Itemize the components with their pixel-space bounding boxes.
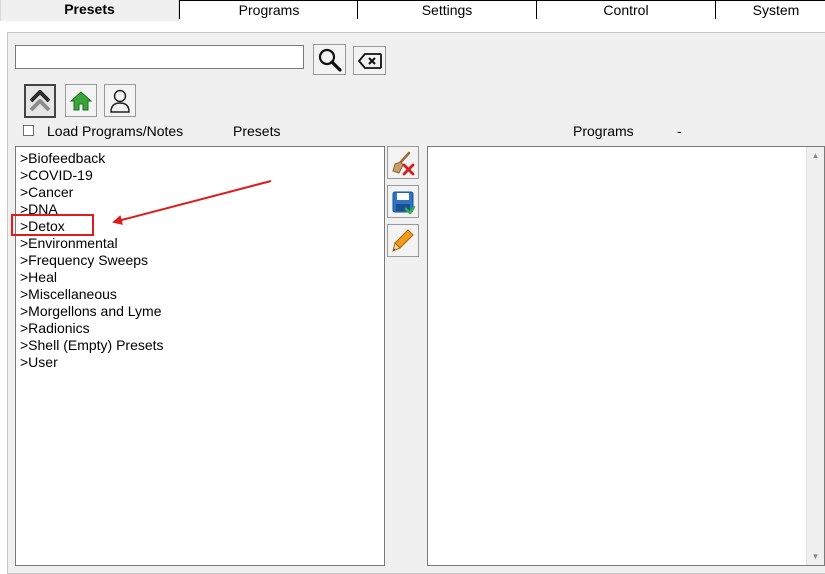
go-up-button[interactable] (24, 84, 56, 118)
edit-preset-button[interactable] (387, 224, 419, 257)
backspace-icon (357, 52, 382, 69)
user-button[interactable] (104, 84, 136, 117)
magnifier-icon (318, 48, 342, 72)
tab-strip: Presets Programs Settings Control System (0, 0, 825, 21)
preset-item-radionics[interactable]: >Radionics (20, 320, 384, 337)
programs-header: Programs (573, 123, 634, 139)
tab-programs[interactable]: Programs (179, 0, 359, 19)
preset-item-user[interactable]: >User (20, 354, 384, 371)
preset-item-covid-19[interactable]: >COVID-19 (20, 167, 384, 184)
double-chevron-up-icon (29, 90, 51, 112)
tab-presets[interactable]: Presets (0, 0, 179, 21)
preset-item-cancer[interactable]: >Cancer (20, 184, 384, 201)
scroll-up-arrow-icon[interactable]: ▲ (807, 147, 824, 164)
load-programs-notes-checkbox[interactable] (23, 125, 34, 136)
presets-header: Presets (233, 123, 281, 139)
search-button[interactable] (313, 44, 346, 75)
tab-system[interactable]: System (715, 0, 825, 19)
preset-item-biofeedback[interactable]: >Biofeedback (20, 150, 384, 167)
delete-preset-button[interactable] (387, 146, 419, 179)
tab-settings[interactable]: Settings (357, 0, 537, 19)
clear-search-button[interactable] (353, 46, 386, 75)
programs-list[interactable]: ▲ ▼ (427, 146, 825, 566)
preset-item-environmental[interactable]: >Environmental (20, 235, 384, 252)
pencil-icon (392, 228, 414, 252)
preset-item-heal[interactable]: >Heal (20, 269, 384, 286)
broom-delete-icon (392, 151, 415, 175)
preset-item-shell-empty-presets[interactable]: >Shell (Empty) Presets (20, 337, 384, 354)
annotation-highlight-box (11, 214, 94, 236)
programs-header-suffix: - (677, 123, 682, 139)
load-programs-notes-label: Load Programs/Notes (47, 123, 184, 139)
home-icon (69, 90, 93, 110)
user-icon (110, 89, 130, 113)
preset-item-frequency-sweeps[interactable]: >Frequency Sweeps (20, 252, 384, 269)
scroll-down-arrow-icon[interactable]: ▼ (807, 548, 824, 565)
presets-list[interactable]: >Biofeedback >COVID-19 >Cancer >DNA >Det… (15, 146, 385, 566)
save-preset-button[interactable] (387, 185, 419, 218)
save-disk-icon (392, 191, 415, 214)
home-button[interactable] (65, 84, 97, 117)
programs-scrollbar[interactable]: ▲ ▼ (806, 147, 824, 565)
preset-item-miscellaneous[interactable]: >Miscellaneous (20, 286, 384, 303)
search-input[interactable] (15, 45, 304, 69)
preset-item-morgellons-and-lyme[interactable]: >Morgellons and Lyme (20, 303, 384, 320)
tab-control[interactable]: Control (536, 0, 716, 19)
